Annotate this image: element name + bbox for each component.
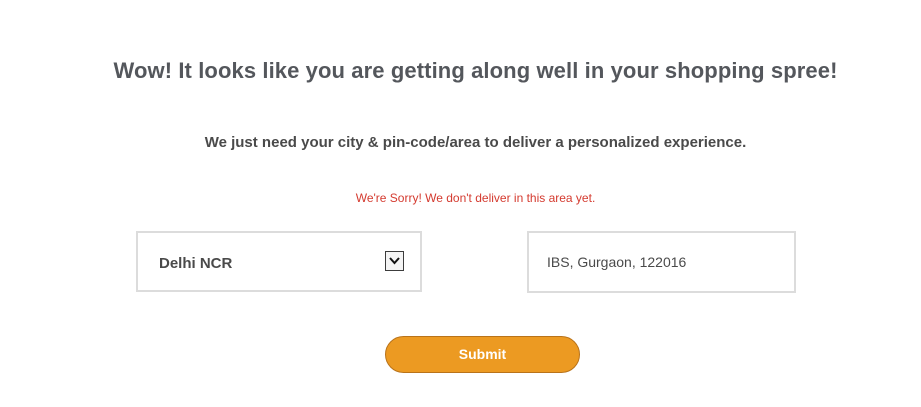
city-select[interactable]: Delhi NCR <box>136 231 422 292</box>
page-title: Wow! It looks like you are getting along… <box>113 58 838 83</box>
chevron-down-icon <box>389 257 400 265</box>
area-pincode-input[interactable] <box>527 231 796 293</box>
submit-button[interactable]: Submit <box>385 336 580 373</box>
error-message: We're Sorry! We don't deliver in this ar… <box>355 191 596 205</box>
instruction-text: We just need your city & pin-code/area t… <box>204 134 747 151</box>
dropdown-button[interactable] <box>385 251 404 271</box>
city-select-value: Delhi NCR <box>159 255 233 272</box>
